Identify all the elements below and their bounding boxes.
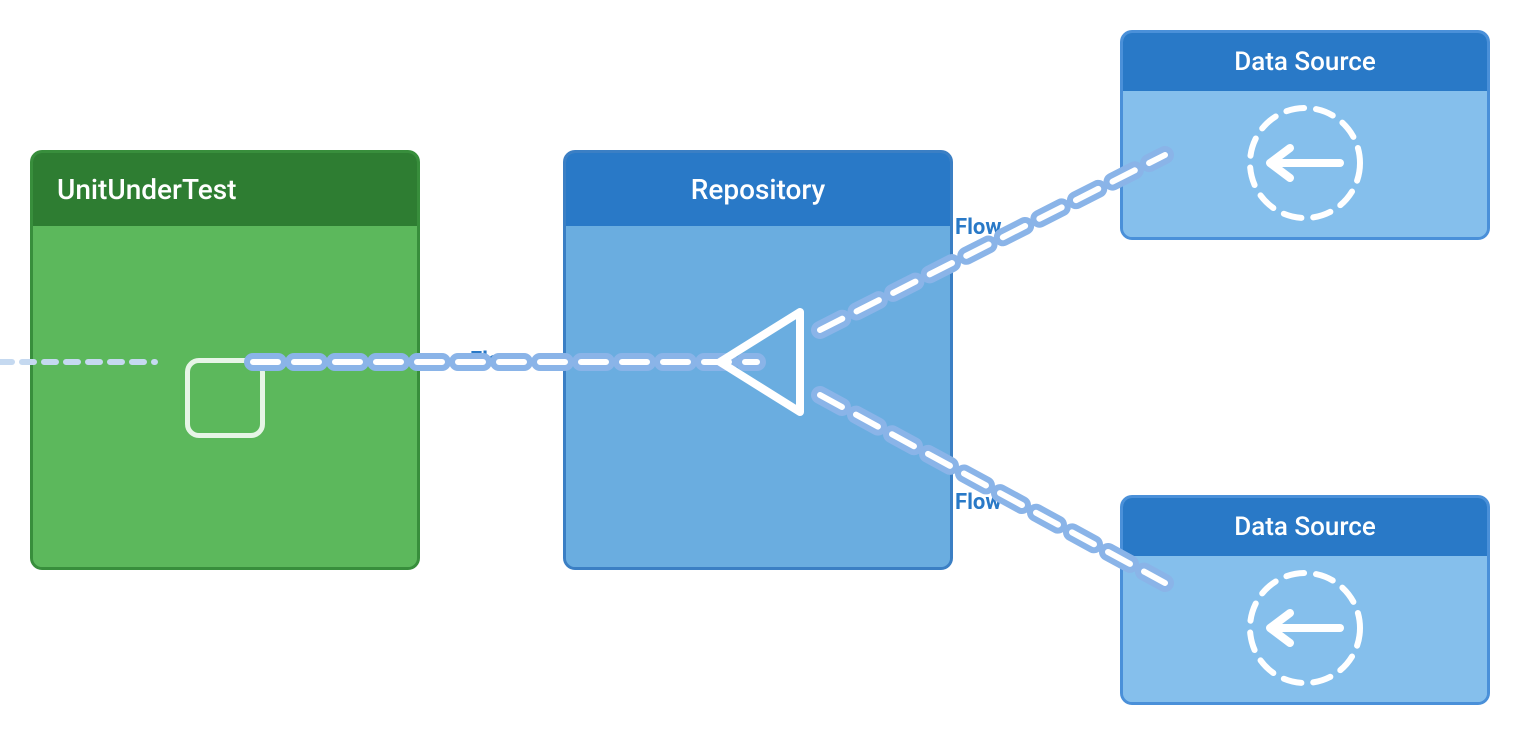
repository-label: Repository: [691, 173, 826, 206]
unit-under-test-label: UnitUnderTest: [57, 173, 236, 206]
repository-header: Repository: [566, 153, 950, 226]
data-source-bottom-header: Data Source: [1123, 498, 1487, 556]
diagram-container: UnitUnderTest Repository Data Source Dat…: [0, 0, 1519, 741]
top-flow-label: Flow: [955, 215, 1001, 240]
data-source-top-label: Data Source: [1234, 47, 1376, 77]
unit-under-test-box: UnitUnderTest: [30, 150, 420, 570]
data-source-bottom-body: [1123, 556, 1487, 704]
data-source-bottom-box: Data Source: [1120, 495, 1490, 705]
data-source-top-header: Data Source: [1123, 33, 1487, 91]
bottom-flow-label: Flow: [955, 490, 1001, 515]
square-icon: [185, 358, 265, 438]
unit-under-test-body: [33, 226, 417, 570]
data-source-bottom-label: Data Source: [1234, 512, 1376, 542]
main-flow-label: Flow: [470, 348, 516, 373]
data-source-top-box: Data Source: [1120, 30, 1490, 240]
unit-under-test-header: UnitUnderTest: [33, 153, 417, 226]
repository-body: [566, 226, 950, 570]
data-source-top-body: [1123, 91, 1487, 239]
repository-box: Repository: [563, 150, 953, 570]
